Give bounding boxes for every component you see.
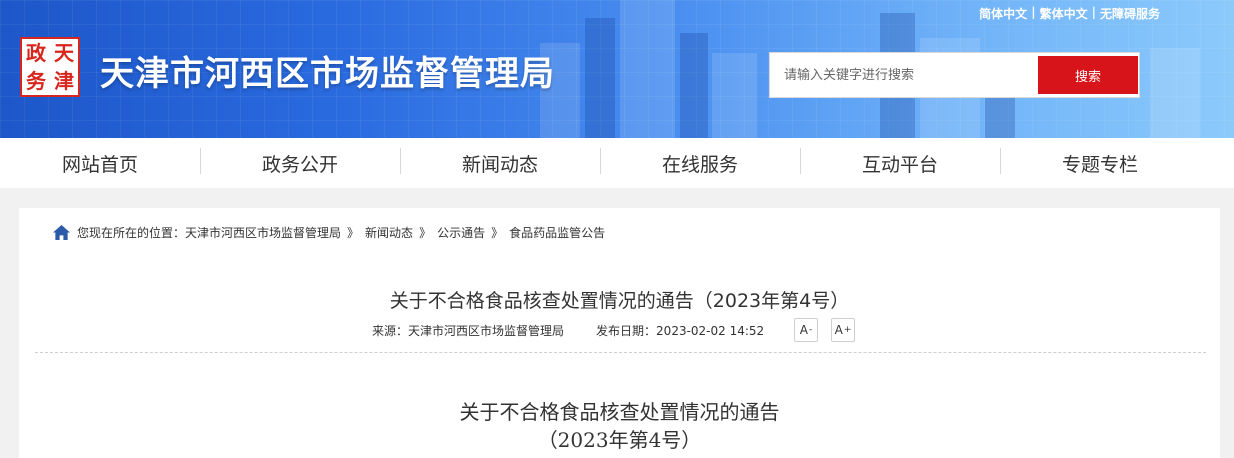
main-nav: 网站首页 政务公开 新闻动态 在线服务 互动平台 专题专栏 — [0, 138, 1234, 188]
banner-building — [1150, 48, 1200, 138]
logo-char: 津 — [54, 69, 74, 93]
content-panel: 您现在所在的位置： 天津市河西区市场监督管理局 》 新闻动态 》 公示通告 》 … — [19, 208, 1220, 458]
nav-item-home[interactable]: 网站首页 — [0, 150, 200, 177]
lang-separator: | — [1031, 5, 1036, 19]
breadcrumb-separator: 》 — [491, 226, 504, 240]
search-button[interactable]: 搜索 — [1038, 56, 1138, 94]
site-title[interactable]: 天津市河西区市场监督管理局 — [100, 46, 555, 95]
home-icon — [53, 224, 70, 241]
breadcrumb-link[interactable]: 天津市河西区市场监督管理局 — [185, 224, 341, 241]
body-title: 关于不合格食品核查处置情况的通告 — [459, 400, 780, 424]
breadcrumb-separator: 》 — [347, 226, 360, 240]
accessibility-link[interactable]: 无障碍服务 — [1100, 5, 1160, 22]
body-subtitle: （2023年第4号） — [537, 428, 702, 452]
banner-building — [680, 33, 708, 138]
site-logo[interactable]: 政 天 务 津 — [20, 37, 80, 97]
source-value: 天津市河西区市场监督管理局 — [408, 324, 565, 338]
date-value: 2023-02-02 14:52 — [656, 323, 765, 338]
banner-building — [585, 18, 615, 138]
font-increase-button[interactable]: A + — [831, 318, 855, 342]
source-label: 来源： — [372, 324, 409, 338]
breadcrumb-link[interactable]: 公示通告 — [437, 224, 485, 241]
date-label: 发布日期： — [596, 324, 657, 338]
nav-item-news[interactable]: 新闻动态 — [400, 147, 600, 177]
article-title: 关于不合格食品核查处置情况的通告（2023年第4号） — [389, 290, 850, 312]
banner-building — [620, 0, 675, 138]
font-decrease-mark: - — [808, 325, 813, 335]
font-increase-icon: A — [834, 323, 843, 337]
breadcrumb-link[interactable]: 食品药品监管公告 — [509, 224, 605, 241]
nav-item-interaction[interactable]: 互动平台 — [800, 147, 1000, 177]
nav-item-online-service[interactable]: 在线服务 — [600, 147, 800, 177]
breadcrumb: 您现在所在的位置： 天津市河西区市场监督管理局 》 新闻动态 》 公示通告 》 … — [52, 224, 605, 241]
logo-char: 天 — [54, 41, 74, 65]
banner-building — [712, 53, 757, 138]
font-increase-mark: + — [843, 325, 852, 335]
lang-link-traditional[interactable]: 繁体中文 — [1040, 5, 1088, 22]
lang-link-simplified[interactable]: 简体中文 — [979, 5, 1027, 22]
font-decrease-icon: A — [799, 323, 808, 337]
nav-item-special-topics[interactable]: 专题专栏 — [1000, 147, 1200, 177]
article-meta: 来源： 天津市河西区市场监督管理局 发布日期： 2023-02-02 14:52 — [372, 322, 764, 339]
search-box: 搜索 — [769, 52, 1140, 98]
breadcrumb-prefix: 您现在所在的位置： — [77, 226, 186, 240]
header-banner: 简体中文 | 繁体中文 | 无障碍服务 政 天 务 津 天津市河西区市场监督管理… — [0, 0, 1234, 138]
logo-char: 务 — [26, 69, 46, 93]
breadcrumb-separator: 》 — [419, 226, 432, 240]
logo-char: 政 — [26, 41, 46, 65]
language-bar: 简体中文 | 繁体中文 | 无障碍服务 — [979, 5, 1160, 22]
lang-separator: | — [1091, 5, 1096, 19]
search-input[interactable] — [770, 53, 1036, 97]
font-decrease-button[interactable]: A- — [794, 318, 818, 342]
meta-divider — [35, 352, 1206, 353]
breadcrumb-link[interactable]: 新闻动态 — [365, 224, 413, 241]
nav-item-government-affairs[interactable]: 政务公开 — [200, 147, 400, 177]
